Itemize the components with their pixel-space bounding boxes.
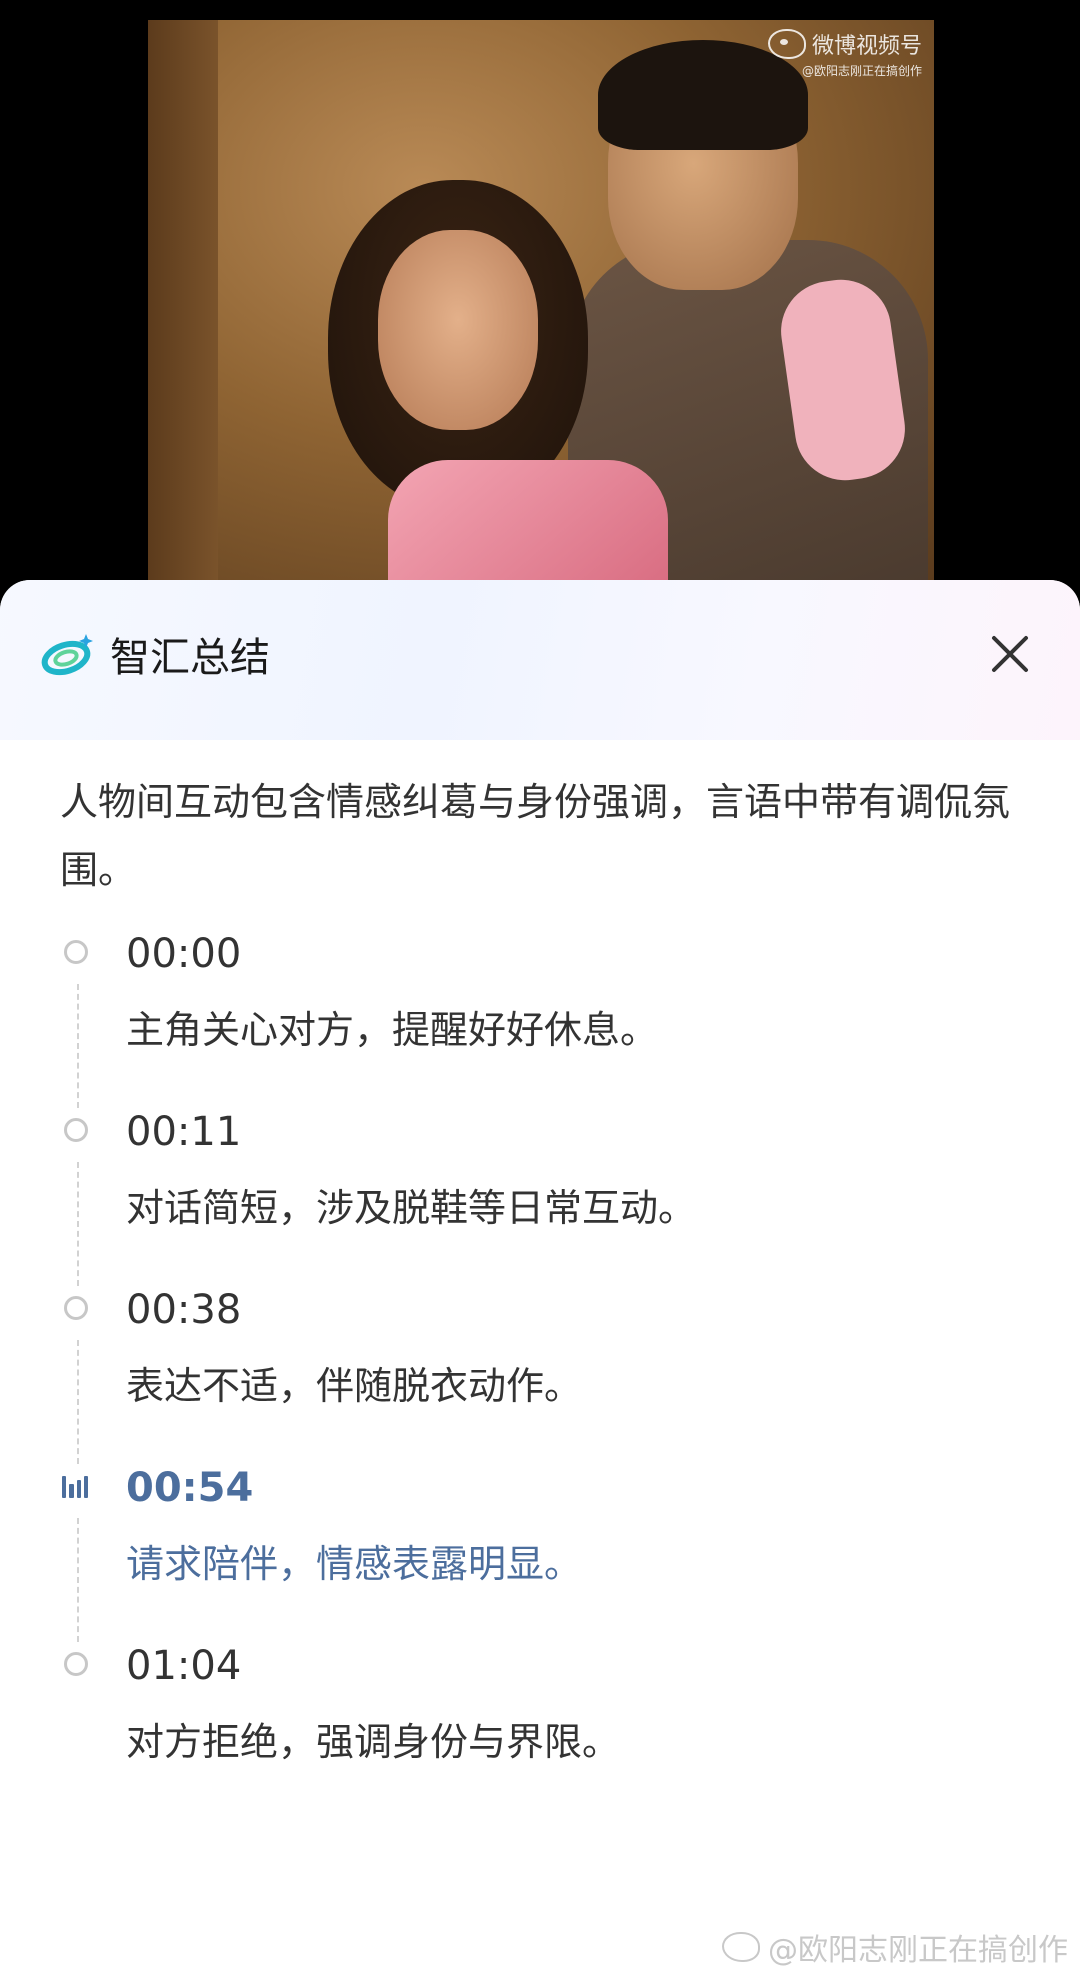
timeline-text: 请求陪伴，情感表露明显。 — [126, 1542, 583, 1586]
video-scene-wall — [148, 20, 218, 580]
video-scene-woman-dress — [388, 460, 668, 580]
summary-sheet: 智汇总结 人物间互动包含情感纠葛与身份强调，言语中带有调侃氛围。 00:00 主… — [0, 580, 1080, 1981]
timeline-text: 对方拒绝，强调身份与界限。 — [126, 1720, 621, 1764]
timeline-time[interactable]: 00:54 — [126, 1464, 253, 1512]
timeline-connector — [77, 1340, 79, 1464]
close-button[interactable] — [980, 624, 1040, 684]
close-icon — [992, 636, 1028, 672]
watermark-brand: 微博视频号 — [811, 34, 922, 59]
weibo-logo-icon — [767, 29, 806, 59]
timeline-text: 主角关心对方，提醒好好休息。 — [126, 1008, 659, 1052]
timeline-item-active[interactable]: 00:54 请求陪伴，情感表露明显。 — [60, 1464, 1020, 1642]
weibo-logo-icon — [722, 1932, 760, 1962]
video-watermark: 微博视频号 @欧阳志刚正在搞创作 — [767, 28, 922, 79]
video-frame[interactable] — [148, 20, 934, 580]
footer-watermark: @欧阳志刚正在搞创作 — [722, 1925, 1068, 1969]
watermark-handle: @欧阳志刚正在搞创作 — [801, 64, 922, 78]
timeline-dot-icon — [64, 1118, 88, 1142]
timeline-connector — [77, 1162, 79, 1286]
footer-watermark-text: @欧阳志刚正在搞创作 — [768, 1933, 1068, 1968]
timeline-text: 对话简短，涉及脱鞋等日常互动。 — [126, 1186, 697, 1230]
sheet-title: 智汇总结 — [110, 635, 270, 681]
timeline-dot-icon — [64, 940, 88, 964]
timeline-dot-icon — [64, 1652, 88, 1676]
zhihui-logo-icon — [40, 626, 96, 682]
timeline-time[interactable]: 00:38 — [126, 1286, 241, 1334]
summary-text: 人物间互动包含情感纠葛与身份强调，言语中带有调侃氛围。 — [60, 780, 1011, 892]
timeline-connector — [77, 1518, 79, 1642]
timeline-connector — [77, 984, 79, 1108]
timeline-time[interactable]: 00:11 — [126, 1108, 241, 1156]
timeline-item[interactable]: 00:38 表达不适，伴随脱衣动作。 — [60, 1286, 1020, 1464]
timeline-time[interactable]: 00:00 — [126, 930, 241, 978]
timeline-dot-icon — [64, 1296, 88, 1320]
timeline-item[interactable]: 00:11 对话简短，涉及脱鞋等日常互动。 — [60, 1108, 1020, 1286]
timeline-item[interactable]: 00:00 主角关心对方，提醒好好休息。 — [60, 930, 1020, 1108]
timeline: 00:00 主角关心对方，提醒好好休息。 00:11 对话简短，涉及脱鞋等日常互… — [60, 930, 1020, 1820]
video-scene-woman-face — [378, 230, 538, 430]
sheet-header: 智汇总结 — [40, 624, 270, 684]
timeline-text: 表达不适，伴随脱衣动作。 — [126, 1364, 583, 1408]
playing-bars-icon — [62, 1472, 88, 1498]
video-player[interactable]: 微博视频号 @欧阳志刚正在搞创作 — [0, 0, 1080, 600]
timeline-time[interactable]: 01:04 — [126, 1642, 241, 1690]
timeline-item[interactable]: 01:04 对方拒绝，强调身份与界限。 — [60, 1642, 1020, 1820]
